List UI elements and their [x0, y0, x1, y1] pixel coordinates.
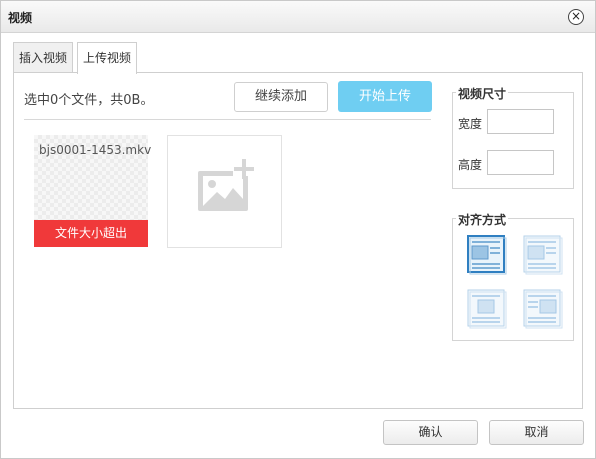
close-icon[interactable]: ×: [568, 9, 584, 25]
alignment-group: 对齐方式: [452, 211, 574, 341]
width-label: 宽度: [458, 117, 483, 131]
file-item[interactable]: bjs0001-1453.mkv 文件大小超出: [34, 135, 152, 247]
add-file-placeholder[interactable]: [167, 135, 282, 248]
file-size-error-badge: 文件大小超出: [34, 220, 148, 247]
width-input[interactable]: [487, 109, 554, 134]
height-input[interactable]: [487, 150, 554, 175]
align-center-icon[interactable]: [467, 289, 507, 329]
confirm-button[interactable]: 确认: [383, 420, 478, 445]
alignment-legend: 对齐方式: [456, 211, 509, 228]
file-name: bjs0001-1453.mkv: [39, 143, 152, 157]
tab-upload-video[interactable]: 上传视频: [77, 42, 137, 74]
dialog-titlebar: 视频 ×: [1, 1, 595, 33]
align-none-icon[interactable]: [467, 235, 507, 275]
image-add-icon: [198, 159, 257, 211]
upload-panel: 选中0个文件，共0B。 继续添加 开始上传 bjs0001-1453.mkv 文…: [13, 72, 583, 409]
align-left-icon[interactable]: [523, 235, 563, 275]
tab-insert-video[interactable]: 插入视频: [13, 42, 73, 73]
height-label: 高度: [458, 158, 483, 172]
continue-add-button[interactable]: 继续添加: [234, 82, 328, 112]
dialog-title: 视频: [8, 11, 33, 25]
toolbar-divider: [24, 119, 431, 120]
cancel-button[interactable]: 取消: [489, 420, 584, 445]
video-size-group: 视频尺寸 宽度 高度: [452, 85, 574, 189]
upload-status-text: 选中0个文件，共0B。: [24, 93, 154, 108]
video-dialog: 视频 × 插入视频 上传视频 选中0个文件，共0B。 继续添加 开始上传 bjs…: [0, 0, 596, 459]
video-size-legend: 视频尺寸: [456, 85, 509, 102]
align-right-icon[interactable]: [523, 289, 563, 329]
start-upload-button[interactable]: 开始上传: [338, 81, 432, 112]
